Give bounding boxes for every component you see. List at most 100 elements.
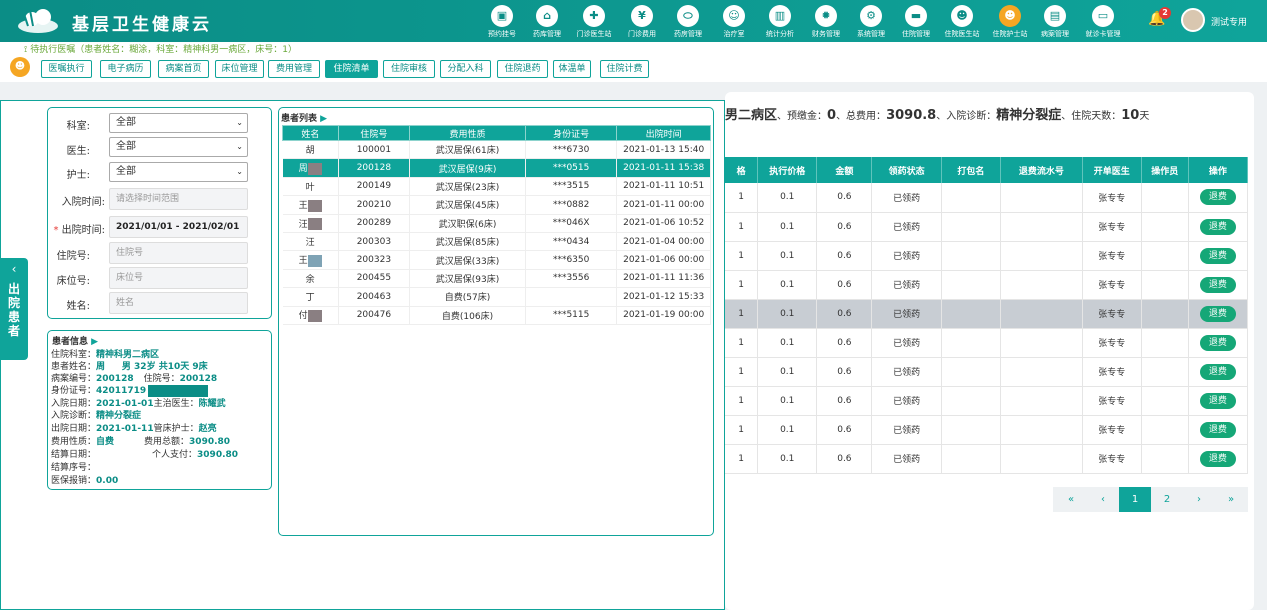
tab-2[interactable]: 电子病历 <box>100 60 151 78</box>
tab-11[interactable]: 住院计费 <box>600 60 649 78</box>
tab-1[interactable]: 医嘱执行 <box>41 60 92 78</box>
order-cell <box>1141 415 1189 445</box>
page-2-button[interactable]: 2 <box>1151 487 1183 512</box>
patient-row[interactable]: 汪 200303 武汉居保(85床) ***0434 2021-01-04 00:00 <box>282 232 711 252</box>
patient-row[interactable]: 叶 200149 武汉居保(23床) ***3515 2021-01-11 10:51 <box>282 177 711 197</box>
order-row[interactable]: 1 0.1 0.6 已领药 张专专 退费 <box>725 357 1249 387</box>
next-page-button[interactable]: › <box>1183 487 1215 512</box>
order-cell <box>1141 328 1189 358</box>
nav-nurse-station[interactable]: ☻ 住院护士站 <box>987 3 1033 41</box>
order-header[interactable]: 格 <box>725 157 759 183</box>
order-header[interactable]: 执行价格 <box>757 157 818 183</box>
tab-8[interactable]: 分配入科 <box>440 60 491 78</box>
refund-button[interactable]: 退费 <box>1199 276 1236 293</box>
tab-5[interactable]: 费用管理 <box>268 60 320 78</box>
patient-cell-time: 2021-01-04 00:00 <box>616 232 711 252</box>
refund-button[interactable]: 退费 <box>1199 421 1236 438</box>
tab-7[interactable]: 住院审核 <box>383 60 435 78</box>
refund-button[interactable]: 退费 <box>1199 334 1236 351</box>
nav-pill[interactable]: ⬭ 药房管理 <box>665 3 711 41</box>
refund-button[interactable]: 退费 <box>1199 392 1236 409</box>
patient-list-header[interactable]: 姓名 <box>282 125 339 141</box>
nav-settings[interactable]: ⚙ 系统管理 <box>848 3 894 41</box>
order-cell: 张专专 <box>1082 299 1142 329</box>
page-1-button[interactable]: 1 <box>1119 487 1151 512</box>
order-header[interactable]: 操作员 <box>1141 157 1189 183</box>
order-header[interactable]: 打包名 <box>941 157 1002 183</box>
order-row[interactable]: 1 0.1 0.6 已领药 张专专 退费 <box>725 328 1249 358</box>
tab-6[interactable]: 住院清单 <box>325 60 378 78</box>
tab-3[interactable]: 病案首页 <box>158 60 209 78</box>
nav-doctor-group[interactable]: ☻ 住院医生站 <box>939 3 985 41</box>
collapse-arrow-icon[interactable]: ‹ <box>0 262 28 276</box>
nav-home[interactable]: ⌂ 药库管理 <box>524 3 570 41</box>
order-row[interactable]: 1 0.1 0.6 已领药 张专专 退费 <box>725 444 1249 474</box>
patient-row[interactable]: 丁 200463 自费(57床) 2021-01-12 15:33 <box>282 287 711 307</box>
order-cell <box>1141 444 1189 474</box>
refund-button[interactable]: 退费 <box>1199 363 1236 380</box>
pending-orders-link[interactable]: ⟟ 待执行医嘱（患者姓名：糊涂，科室：精神科男一病区，床号：1） <box>24 42 297 55</box>
refund-button[interactable]: 退费 <box>1199 450 1236 467</box>
patient-row[interactable]: 胡 100001 武汉居保(61床) ***6730 2021-01-13 15:40 <box>282 140 711 160</box>
order-header[interactable]: 操作 <box>1188 157 1249 183</box>
pending-orders-text[interactable]: 待执行医嘱（患者姓名：糊涂，科室：精神科男一病区，床号：1） <box>30 45 297 55</box>
order-header[interactable]: 退费流水号 <box>1000 157 1083 183</box>
prev-page-button[interactable]: ‹ <box>1087 487 1119 512</box>
patient-row[interactable]: 付 200476 自费(106床) ***5115 2021-01-19 00:00 <box>282 306 711 325</box>
patient-list-header[interactable]: 住院号 <box>337 125 411 141</box>
inpatient-no-input[interactable]: 住院号 <box>109 242 248 264</box>
patient-row[interactable]: 周 200128 武汉居保(9床) ***0515 2021-01-11 15:38 <box>282 158 711 178</box>
dept-select[interactable]: 全部 ⌄ <box>109 113 248 133</box>
order-row[interactable]: 1 0.1 0.6 已领药 张专专 退费 <box>725 212 1249 242</box>
patient-list-header[interactable]: 出院时间 <box>616 125 711 141</box>
nav-yuan[interactable]: ¥ 门诊费用 <box>619 3 665 41</box>
admit-time-range-input[interactable]: 请选择时间范围 <box>109 188 248 210</box>
patient-row[interactable]: 王 200323 武汉居保(33床) ***6350 2021-01-06 00:00 <box>282 250 711 270</box>
refund-button[interactable]: 退费 <box>1199 189 1236 206</box>
tab-9[interactable]: 住院退药 <box>497 60 548 78</box>
nav-label: 病案管理 <box>1041 30 1069 38</box>
discharge-time-range-input[interactable]: 2021/01/01 - 2021/02/01 <box>109 216 248 238</box>
nav-label: 药房管理 <box>674 30 702 38</box>
nav-doctor[interactable]: ✚ 门诊医生站 <box>571 3 617 41</box>
tab-10[interactable]: 体温单 <box>553 60 591 78</box>
refund-button[interactable]: 退费 <box>1199 305 1236 322</box>
nav-calendar[interactable]: ▣ 预约挂号 <box>479 3 525 41</box>
nav-bar-chart[interactable]: ▥ 统计分析 <box>757 3 803 41</box>
doctor-select[interactable]: 全部 ⌄ <box>109 137 248 157</box>
refund-button[interactable]: 退费 <box>1199 247 1236 264</box>
nav-card[interactable]: ▭ 就诊卡管理 <box>1080 3 1126 41</box>
bed-no-input[interactable]: 床位号 <box>109 267 248 289</box>
patient-list-header[interactable]: 费用性质 <box>409 125 526 141</box>
patient-row[interactable]: 王 200210 武汉居保(45床) ***0882 2021-01-11 00:00 <box>282 195 711 215</box>
patient-list-header[interactable]: 身份证号 <box>524 125 618 141</box>
order-row[interactable]: 1 0.1 0.6 已领药 张专专 退费 <box>725 241 1249 271</box>
order-row[interactable]: 1 0.1 0.6 已领药 张专专 退费 <box>725 270 1249 300</box>
refund-button[interactable]: 退费 <box>1199 218 1236 235</box>
order-row[interactable]: 1 0.1 0.6 已领药 张专专 退费 <box>725 299 1249 329</box>
nav-nurse[interactable]: ☺ 治疗室 <box>711 3 757 41</box>
order-row[interactable]: 1 0.1 0.6 已领药 张专专 退费 <box>725 415 1249 445</box>
order-header[interactable]: 开单医生 <box>1082 157 1142 183</box>
order-header[interactable]: 金额 <box>816 157 873 183</box>
patient-row[interactable]: 汪 200289 武汉职保(6床) ***046X 2021-01-06 10:52 <box>282 214 711 233</box>
name-input[interactable]: 姓名 <box>109 292 248 314</box>
order-cell: 已领药 <box>871 241 942 271</box>
doctor-icon: ✚ <box>583 5 605 27</box>
nav-document[interactable]: ▤ 病案管理 <box>1032 3 1078 41</box>
info-discharge: 出院日期：2021-01-11管床护士：赵亮 <box>51 424 217 434</box>
nav-gear[interactable]: ✹ 财务管理 <box>803 3 849 41</box>
avatar[interactable] <box>1181 8 1205 32</box>
last-page-button[interactable]: » <box>1215 487 1247 512</box>
patient-row[interactable]: 余 200455 武汉居保(93床) ***3556 2021-01-11 11:36 <box>282 269 711 289</box>
order-header[interactable]: 领药状态 <box>871 157 942 183</box>
order-row[interactable]: 1 0.1 0.6 已领药 张专专 退费 <box>725 183 1249 213</box>
nav-bed[interactable]: ▬ 住院管理 <box>893 3 939 41</box>
first-page-button[interactable]: « <box>1055 487 1087 512</box>
tab-4[interactable]: 床位管理 <box>215 60 264 78</box>
order-cell: 0.1 <box>757 212 818 242</box>
nurse-select[interactable]: 全部 ⌄ <box>109 162 248 182</box>
user-name[interactable]: 测试专用 <box>1211 15 1247 28</box>
discharged-patients-tab[interactable]: ‹ 出院患者 <box>0 258 28 360</box>
order-row[interactable]: 1 0.1 0.6 已领药 张专专 退费 <box>725 386 1249 416</box>
